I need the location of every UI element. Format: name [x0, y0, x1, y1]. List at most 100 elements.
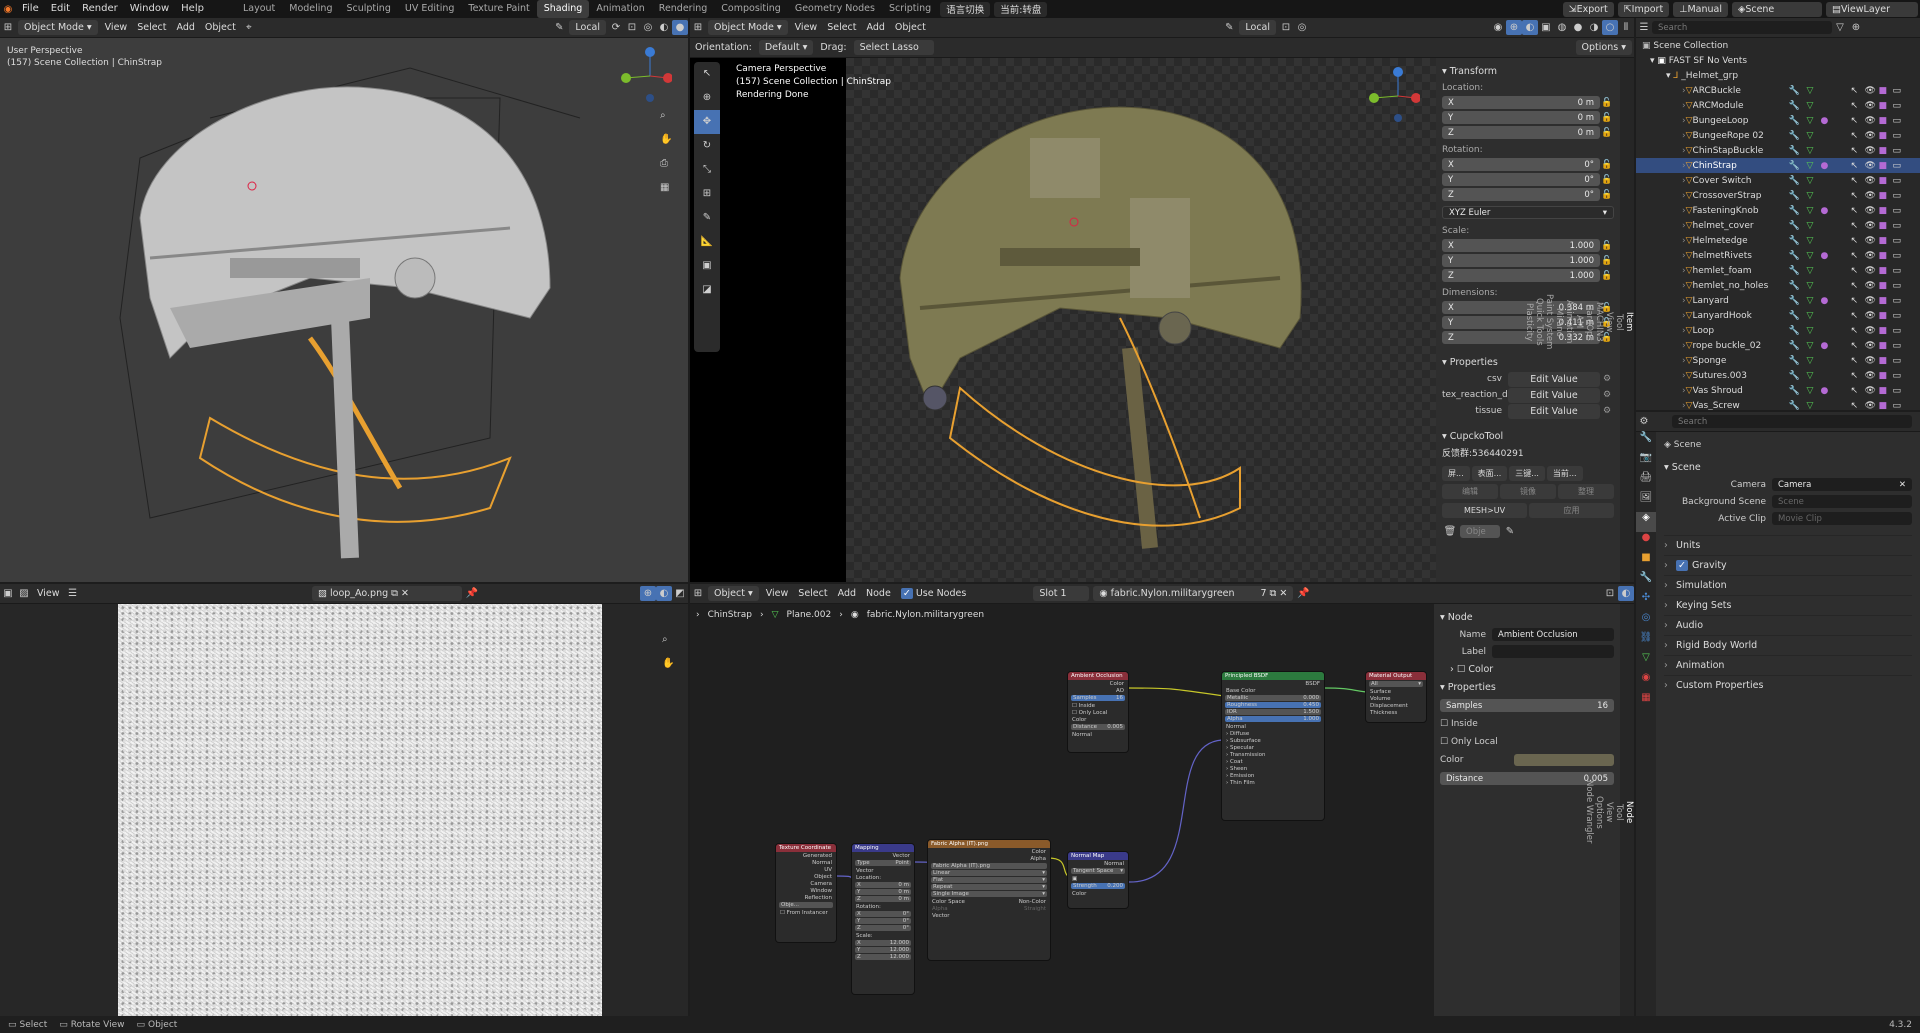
pan-icon-ie[interactable]: ✋ — [662, 658, 674, 669]
tab-mirano[interactable]: Mirano — [1554, 62, 1564, 582]
gravity-checkbox[interactable]: ✓ — [1676, 560, 1688, 571]
nav-gizmo-2[interactable] — [1360, 62, 1421, 122]
tab-tool[interactable]: Tool — [1614, 62, 1624, 582]
render-toggle-icon[interactable]: ■ — [1879, 371, 1893, 381]
camera-toggle-icon[interactable]: ▭ — [1893, 86, 1907, 96]
node-select-menu[interactable]: Select — [793, 586, 832, 601]
add-menu[interactable]: Add — [172, 20, 200, 35]
camera-toggle-icon[interactable]: ▭ — [1893, 131, 1907, 141]
node-principled-bsdf[interactable]: Principled BSDF BSDF Base Color Metallic… — [1222, 672, 1324, 820]
render-toggle-icon[interactable]: ■ — [1879, 341, 1893, 351]
add-cube-tool-icon[interactable]: ▣ — [694, 254, 720, 278]
render-toggle-icon[interactable]: ■ — [1879, 86, 1893, 96]
tab-view[interactable]: View — [1604, 62, 1614, 582]
view-menu[interactable]: View — [100, 20, 133, 35]
camera-toggle-icon[interactable]: ▭ — [1893, 386, 1907, 396]
material-tab-icon[interactable]: ◉ — [1636, 672, 1656, 692]
select-menu[interactable]: Select — [132, 20, 171, 35]
ntab-node-wrangler[interactable]: Node Wrangler — [1584, 608, 1594, 1016]
extra-tool-icon[interactable]: ◪ — [694, 278, 720, 302]
eye-icon[interactable]: 👁 — [1865, 311, 1879, 321]
outliner-item[interactable]: › ▽ hemlet_foam 🔧 ▽ ↖ 👁 ■ ▭ — [1636, 263, 1920, 278]
tab-item[interactable]: Item — [1624, 62, 1634, 582]
camera-toggle-icon[interactable]: ▭ — [1893, 206, 1907, 216]
selectable-icon[interactable]: ↖ — [1851, 221, 1865, 231]
modifier-tab-icon[interactable]: 🔧 — [1636, 572, 1656, 592]
selectable-icon[interactable]: ↖ — [1851, 266, 1865, 276]
selectable-icon[interactable]: ↖ — [1851, 341, 1865, 351]
tab-am[interactable]: AM — [1574, 62, 1584, 582]
node-ambient-occlusion[interactable]: Ambient Occlusion Color AO Samples 16 ☐ I… — [1068, 672, 1128, 752]
properties-section[interactable]: › ✓ Gravity — [1664, 555, 1912, 575]
node-node-menu[interactable]: Node — [861, 586, 896, 601]
ntab-node[interactable]: Node — [1624, 608, 1634, 1016]
tab-animation[interactable]: Animation — [1564, 62, 1574, 582]
eye-icon[interactable]: 👁 — [1865, 266, 1879, 276]
view-layer-tab-icon[interactable]: 🖼 — [1636, 492, 1656, 512]
object-tab-icon[interactable]: ■ — [1636, 552, 1656, 572]
render-toggle-icon[interactable]: ■ — [1879, 191, 1893, 201]
outliner-group[interactable]: ▾ ⅃ _Helmet_grp — [1636, 68, 1920, 83]
node-image-texture[interactable]: Fabric Alpha (IT).png Color Alpha Fabric… — [928, 840, 1050, 960]
render-toggle-icon[interactable]: ■ — [1879, 356, 1893, 366]
gizmo-icon[interactable]: ⊕ — [1506, 20, 1522, 35]
menu-file[interactable]: File — [16, 0, 45, 18]
import-button[interactable]: ⇱ Import — [1617, 1, 1670, 17]
viewport1[interactable]: User Perspective (157) Scene Collection … — [0, 38, 688, 582]
turntable-button[interactable]: 当前:转盘 — [994, 1, 1048, 17]
orientation-dropdown-2[interactable]: Local — [1239, 20, 1276, 35]
node-material-output[interactable]: Material Output All ▾ Surface Volume Disp… — [1366, 672, 1426, 722]
render-toggle-icon[interactable]: ■ — [1879, 296, 1893, 306]
render-toggle-icon[interactable]: ■ — [1879, 326, 1893, 336]
eye-icon[interactable]: 👁 — [1865, 326, 1879, 336]
eye-icon[interactable]: 👁 — [1865, 86, 1879, 96]
camera-field[interactable]: Camera ✕ — [1772, 478, 1912, 491]
eye-icon[interactable]: 👁 — [1865, 116, 1879, 126]
options-button[interactable]: Options ▾ — [1575, 40, 1632, 55]
eye-icon[interactable]: 👁 — [1865, 251, 1879, 261]
scene-selector[interactable]: ◈ Scene — [1732, 1, 1822, 17]
pan-icon[interactable]: ✋ — [660, 134, 672, 145]
eye-icon[interactable]: 👁 — [1865, 386, 1879, 396]
constraints-tab-icon[interactable]: ⛓ — [1636, 632, 1656, 652]
camera-toggle-icon[interactable]: ▭ — [1893, 251, 1907, 261]
outliner-item[interactable]: › ▽ FasteningKnob 🔧 ▽ ● ↖ 👁 ■ ▭ — [1636, 203, 1920, 218]
cupcko-btn-5[interactable]: 编辑 — [1442, 484, 1498, 499]
render-toggle-icon[interactable]: ■ — [1879, 176, 1893, 186]
gizmo-icon-ie[interactable]: ⊕ — [640, 586, 656, 601]
camera-toggle-icon[interactable]: ▭ — [1893, 371, 1907, 381]
snap-icon-2[interactable]: ⊡ — [1278, 20, 1294, 35]
zoom-icon[interactable]: ⌕ — [660, 110, 666, 121]
eye-icon[interactable]: 👁 — [1865, 236, 1879, 246]
ntab-options[interactable]: Options — [1594, 608, 1604, 1016]
ws-tab-uv[interactable]: UV Editing — [398, 0, 462, 18]
camera-toggle-icon[interactable]: ▭ — [1893, 401, 1907, 411]
menu-window[interactable]: Window — [124, 0, 175, 18]
outliner-item[interactable]: › ▽ LanyardHook 🔧 ▽ ↖ 👁 ■ ▭ — [1636, 308, 1920, 323]
outliner-type-icon[interactable]: ☰ — [1636, 20, 1652, 35]
selectable-icon[interactable]: ↖ — [1851, 116, 1865, 126]
camera-toggle-icon[interactable]: ▭ — [1893, 326, 1907, 336]
outliner-item[interactable]: › ▽ ChinStapBuckle 🔧 ▽ ↖ 👁 ■ ▭ — [1636, 143, 1920, 158]
node-normal-map[interactable]: Normal Map Normal Tangent Space ▾ ▣ Stren… — [1068, 852, 1128, 908]
node-object-dropdown[interactable]: Object ▾ — [708, 586, 759, 601]
viewport2[interactable]: ↖ ⊕ ✥ ↻ ⤡ ⊞ ✎ 📐 ▣ ◪ Camera Perspective (… — [690, 58, 1436, 582]
render-toggle-icon[interactable]: ■ — [1879, 161, 1893, 171]
properties-search[interactable]: Search — [1672, 415, 1912, 428]
ws-tab-compositing[interactable]: Compositing — [714, 0, 788, 18]
eye-icon[interactable]: 👁 — [1865, 191, 1879, 201]
selectable-icon[interactable]: ↖ — [1851, 311, 1865, 321]
outliner-item[interactable]: › ▽ helmetRivets 🔧 ▽ ● ↖ 👁 ■ ▭ — [1636, 248, 1920, 263]
ws-tab-scripting[interactable]: Scripting — [882, 0, 938, 18]
camera-toggle-icon[interactable]: ▭ — [1893, 296, 1907, 306]
tool-tab-icon[interactable]: 🔧 — [1636, 432, 1656, 452]
tab-machin3[interactable]: MACHIN3 — [1594, 62, 1604, 582]
outliner-item[interactable]: › ▽ helmet_cover 🔧 ▽ ↖ 👁 ■ ▭ — [1636, 218, 1920, 233]
outliner-item[interactable]: › ▽ Vas_Screw 🔧 ▽ ↖ 👁 ■ ▭ — [1636, 398, 1920, 411]
lang-switch-button[interactable]: 语言切换 — [940, 1, 991, 17]
rotate-tool-icon[interactable]: ↻ — [694, 134, 720, 158]
eye-icon[interactable]: 👁 — [1865, 101, 1879, 111]
menu-render[interactable]: Render — [76, 0, 124, 18]
filter-icon[interactable]: ▽ — [1832, 20, 1848, 35]
camera-toggle-icon[interactable]: ▭ — [1893, 191, 1907, 201]
